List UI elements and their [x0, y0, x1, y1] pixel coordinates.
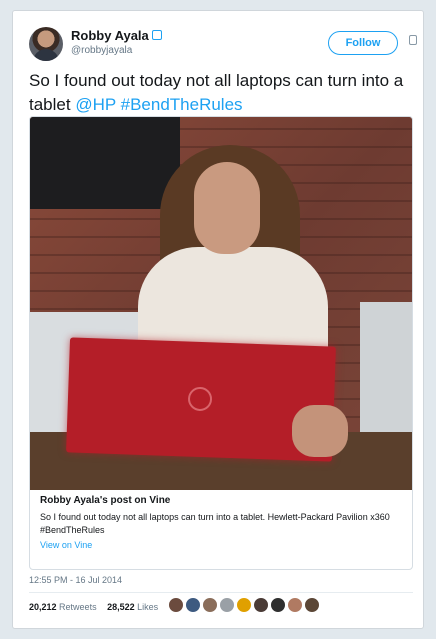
profile-avatar-icon[interactable] — [29, 27, 63, 61]
liker-avatar-icon[interactable] — [202, 597, 218, 613]
liker-avatar-icon[interactable] — [304, 597, 320, 613]
tweet-stats: 20,212 Retweets 28,522 Likes — [29, 602, 158, 612]
hp-logo-icon — [187, 386, 213, 412]
liker-avatars — [168, 597, 321, 615]
person-face — [194, 162, 260, 254]
tweet-header: Robby Ayala @robbyjayala Follow — [29, 27, 417, 63]
tweet-timestamp[interactable]: 12:55 PM - 16 Jul 2014 — [29, 575, 122, 585]
follow-button[interactable]: Follow — [328, 31, 398, 55]
verified-icon — [151, 30, 162, 40]
liker-avatar-icon[interactable] — [287, 597, 303, 613]
likes-label: Likes — [137, 602, 159, 612]
author-handle[interactable]: @robbyjayala — [71, 45, 132, 56]
tweet-card: Robby Ayala @robbyjayala Follow So I fou… — [12, 10, 424, 629]
tweet-text: So I found out today not all laptops can… — [29, 69, 409, 117]
shelf-right — [360, 302, 412, 442]
likes-stat[interactable]: 28,522 Likes — [107, 602, 158, 612]
tv-screen — [30, 117, 180, 209]
liker-avatar-icon[interactable] — [253, 597, 269, 613]
retweets-label: Retweets — [59, 602, 97, 612]
media-info: Robby Ayala's post on Vine So I found ou… — [40, 495, 404, 550]
liker-avatar-icon[interactable] — [219, 597, 235, 613]
retweets-count: 20,212 — [29, 602, 57, 612]
media-title: Robby Ayala's post on Vine — [40, 495, 171, 506]
person-hand — [292, 405, 348, 457]
likes-count: 28,522 — [107, 602, 135, 612]
media-card[interactable]: Robby Ayala's post on Vine So I found ou… — [29, 116, 413, 570]
liker-avatar-icon[interactable] — [185, 597, 201, 613]
mention-link[interactable]: @HP — [75, 95, 116, 114]
view-on-vine-link[interactable]: View on Vine — [40, 540, 404, 550]
video-thumbnail[interactable] — [30, 117, 412, 490]
more-options-icon[interactable] — [409, 35, 417, 45]
author-name-row[interactable]: Robby Ayala — [71, 28, 162, 43]
liker-avatar-icon[interactable] — [168, 597, 184, 613]
liker-avatar-icon[interactable] — [236, 597, 252, 613]
author-name[interactable]: Robby Ayala — [71, 28, 149, 43]
hashtag-link[interactable]: #BendTheRules — [121, 95, 243, 114]
retweets-stat[interactable]: 20,212 Retweets — [29, 602, 97, 612]
liker-avatar-icon[interactable] — [270, 597, 286, 613]
divider — [29, 592, 413, 593]
media-description: So I found out today not all laptops can… — [40, 512, 390, 535]
